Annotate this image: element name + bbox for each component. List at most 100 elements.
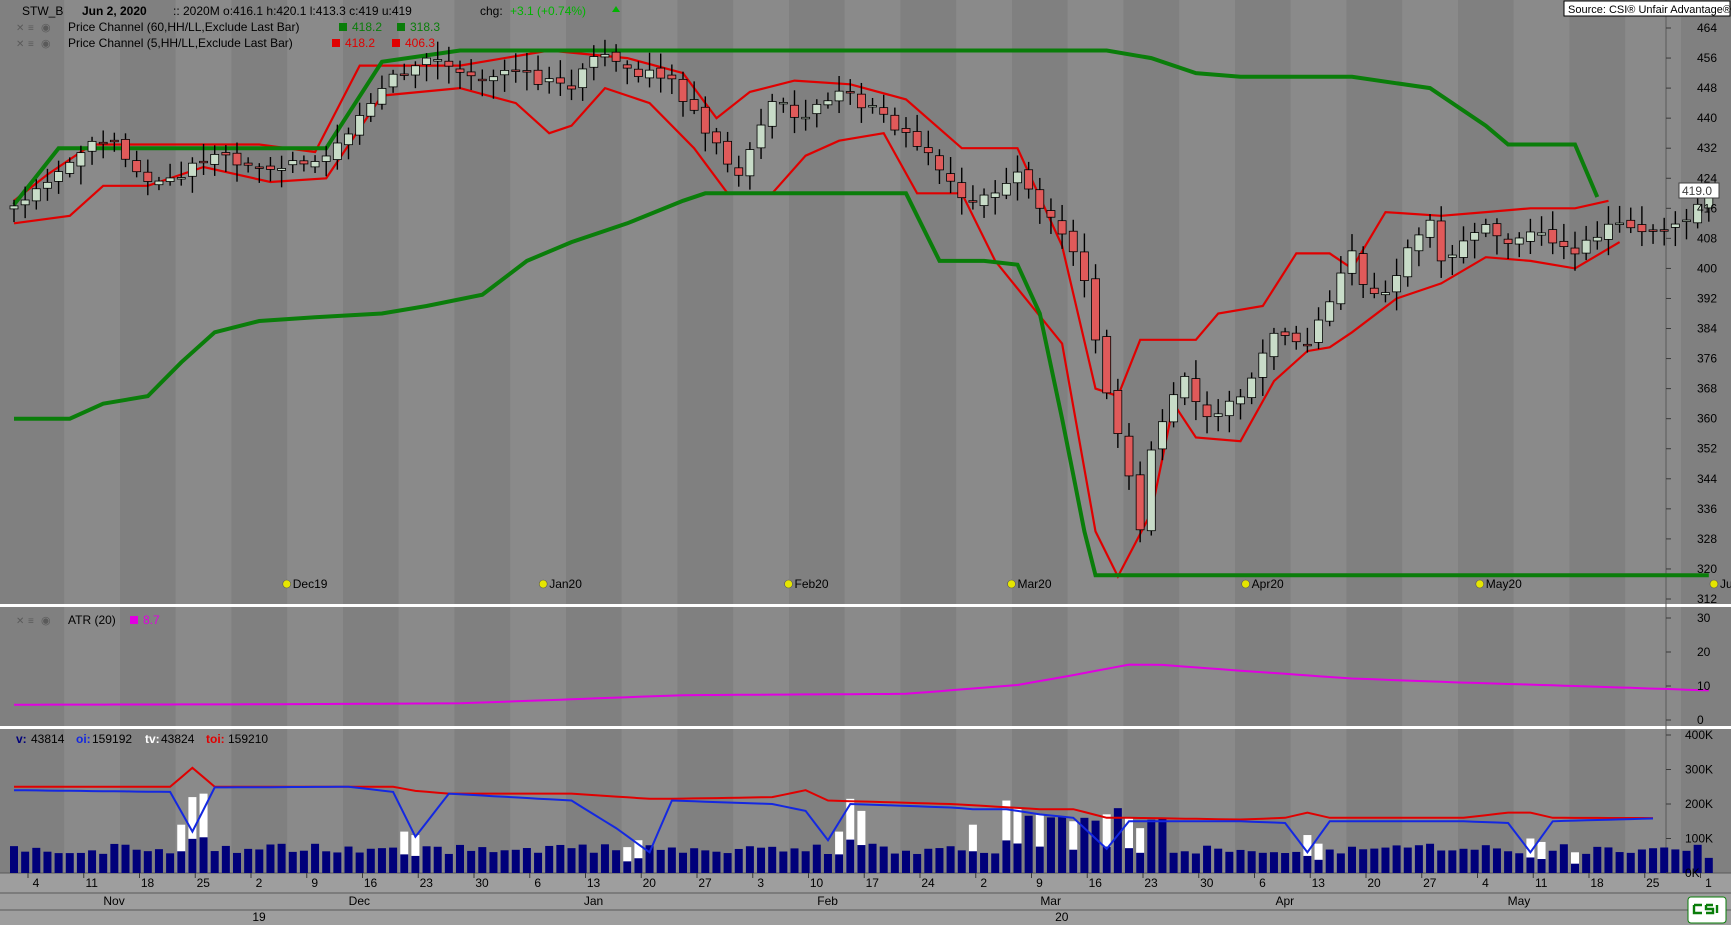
day-tick-label: 16 bbox=[1089, 876, 1103, 890]
volume-bar bbox=[1147, 819, 1156, 873]
candle-up bbox=[1180, 376, 1190, 399]
candle-up bbox=[1425, 219, 1435, 238]
candle-up bbox=[176, 177, 186, 180]
candle-down bbox=[634, 68, 643, 77]
candle-down bbox=[912, 131, 922, 147]
month-marker-dot bbox=[1241, 579, 1250, 589]
eye-icon[interactable]: ◉ bbox=[41, 615, 51, 627]
symbol-label[interactable]: STW_B bbox=[22, 4, 63, 18]
volume-bar bbox=[679, 852, 687, 873]
candle-down bbox=[555, 77, 565, 84]
day-tick-label: 2 bbox=[980, 876, 987, 890]
candle-up bbox=[801, 116, 811, 120]
volume-bar bbox=[623, 861, 632, 873]
volume-bar bbox=[1125, 848, 1133, 873]
candle-down bbox=[199, 160, 208, 164]
volume-bar bbox=[1225, 851, 1234, 873]
candle-up bbox=[210, 154, 220, 165]
ohlc-readout: :: 2020M o:416.1 h:420.1 l:413.3 c:419 u… bbox=[173, 4, 412, 18]
volume-bar bbox=[1002, 840, 1011, 873]
candle-up bbox=[1670, 223, 1680, 228]
legend-swatch bbox=[332, 39, 340, 47]
day-tick-label: 20 bbox=[1367, 876, 1381, 890]
candle-up bbox=[589, 56, 599, 68]
volume-bar bbox=[634, 858, 643, 873]
day-tick-label: 20 bbox=[643, 876, 657, 890]
eye-icon[interactable]: ◉ bbox=[41, 38, 51, 50]
month-marker-label: Feb20 bbox=[795, 577, 829, 591]
volume-bar bbox=[1437, 850, 1446, 873]
candle-up bbox=[1592, 236, 1602, 242]
volume-bar bbox=[1336, 853, 1345, 873]
legend-label: Price Channel (60,HH/LL,Exclude Last Bar… bbox=[68, 20, 299, 34]
volume-bar bbox=[1136, 852, 1145, 873]
close-icon[interactable]: ✕ bbox=[16, 23, 24, 34]
day-tick-label: 1 bbox=[1705, 876, 1712, 890]
volume-bar bbox=[879, 846, 888, 873]
volume-bar bbox=[433, 846, 442, 873]
volume-bar bbox=[779, 851, 788, 873]
year-tick-label: 20 bbox=[1055, 910, 1069, 924]
volume-bar bbox=[32, 847, 41, 873]
candle-down bbox=[901, 128, 911, 133]
week-stripe bbox=[287, 0, 343, 873]
legend-row-channel60[interactable]: ✕ ≡ ◉ Price Channel (60,HH/LL,Exclude La… bbox=[16, 20, 440, 34]
candle-up bbox=[868, 105, 877, 108]
last-price-tag: 419.0 bbox=[1678, 182, 1720, 199]
volume-bar bbox=[556, 844, 565, 873]
volume-tick-label: 100K bbox=[1685, 832, 1713, 846]
month-marker-label: May20 bbox=[1486, 577, 1522, 591]
menu-icon[interactable]: ≡ bbox=[28, 39, 34, 50]
candle-up bbox=[9, 205, 19, 210]
day-tick-label: 17 bbox=[866, 876, 880, 890]
volume-bar bbox=[288, 851, 297, 873]
candle-down bbox=[890, 114, 900, 131]
candle-up bbox=[65, 161, 75, 174]
volume-bar bbox=[489, 852, 498, 873]
candle-up bbox=[1414, 234, 1424, 252]
close-icon[interactable]: ✕ bbox=[16, 39, 24, 50]
candle-down bbox=[1124, 435, 1134, 477]
day-tick-label: 3 bbox=[757, 876, 764, 890]
candle-up bbox=[1314, 319, 1323, 343]
legend-row-channel5[interactable]: ✕ ≡ ◉ Price Channel (5,HH/LL,Exclude Las… bbox=[16, 36, 435, 50]
candle-up bbox=[31, 188, 41, 202]
close-icon[interactable]: ✕ bbox=[16, 616, 24, 627]
volume-bar bbox=[578, 844, 587, 873]
volume-bar bbox=[389, 847, 398, 873]
panel-separator-volume[interactable] bbox=[0, 726, 1731, 729]
month-marker-dot bbox=[1007, 579, 1016, 589]
candle-up bbox=[154, 180, 164, 186]
volume-bar bbox=[1537, 859, 1546, 873]
candle-down bbox=[879, 107, 889, 115]
price-chart[interactable]: Dec19Jan20Feb20Mar20Apr20May20Jun20 3123… bbox=[0, 0, 1731, 925]
menu-icon[interactable]: ≡ bbox=[28, 23, 34, 34]
eye-icon[interactable]: ◉ bbox=[41, 22, 51, 34]
candle-up bbox=[489, 76, 498, 82]
volume-bar bbox=[344, 846, 353, 873]
volume-bar bbox=[400, 854, 409, 873]
candle-up bbox=[422, 57, 431, 65]
candle-down bbox=[1135, 474, 1145, 531]
atr-tick-label: 20 bbox=[1697, 645, 1711, 659]
atr-label: ATR (20) bbox=[68, 613, 116, 627]
candle-up bbox=[1581, 239, 1591, 254]
candle-up bbox=[1615, 222, 1624, 225]
candle-down bbox=[254, 166, 264, 169]
panel-separator-atr[interactable] bbox=[0, 604, 1731, 607]
volume-bar bbox=[656, 849, 665, 873]
candle-up bbox=[54, 171, 63, 182]
volume-bar bbox=[913, 853, 922, 873]
day-tick-label: 18 bbox=[141, 876, 155, 890]
volume-bar bbox=[534, 852, 543, 873]
candle-up bbox=[1537, 232, 1546, 236]
change-label: chg: bbox=[480, 4, 503, 18]
volume-bar bbox=[1593, 846, 1602, 873]
menu-icon[interactable]: ≡ bbox=[28, 616, 34, 627]
price-tick-label: 432 bbox=[1697, 141, 1717, 155]
candle-up bbox=[1392, 275, 1401, 293]
volume-bar bbox=[10, 846, 18, 873]
week-stripe bbox=[621, 0, 678, 873]
week-stripe bbox=[398, 0, 455, 873]
candle-up bbox=[288, 160, 298, 166]
